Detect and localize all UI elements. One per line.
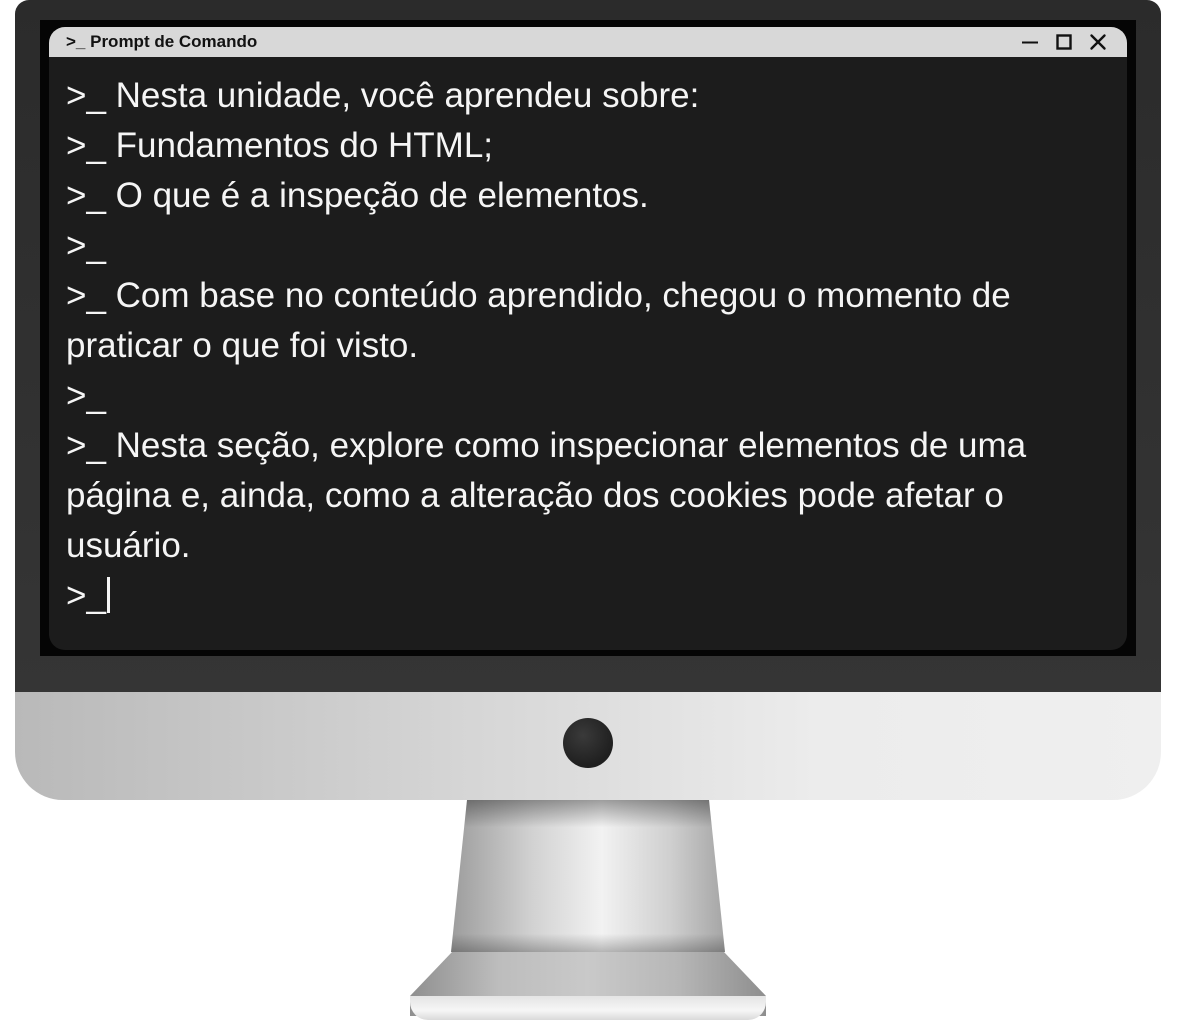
maximize-icon[interactable]: [1055, 33, 1073, 51]
terminal-prompt-line[interactable]: >_: [66, 571, 1116, 621]
window-title: >_ Prompt de Comando: [66, 32, 258, 51]
window-controls: [1021, 32, 1107, 52]
monitor-stand-shading: [451, 800, 725, 952]
terminal-line: >_: [66, 376, 106, 415]
title-bar[interactable]: >_ Prompt de Comando: [49, 27, 1127, 57]
text-cursor: [106, 577, 110, 613]
monitor-chin: [15, 692, 1161, 800]
terminal-line: >_: [66, 226, 106, 265]
terminal-output[interactable]: >_ Nesta unidade, você aprendeu sobre: >…: [66, 71, 1116, 621]
minimize-icon[interactable]: [1021, 33, 1039, 51]
terminal-line: >_ Com base no conteúdo aprendido, chego…: [66, 276, 1021, 365]
terminal-line: >_ Nesta seção, explore como inspecionar…: [66, 426, 1036, 565]
close-icon[interactable]: [1089, 33, 1107, 51]
terminal-line: >_ O que é a inspeção de elementos.: [66, 176, 649, 215]
command-prompt-window[interactable]: >_ Prompt de Comando >_ Nesta unidade, v…: [49, 27, 1127, 650]
terminal-line: >_ Fundamentos do HTML;: [66, 126, 494, 165]
monitor-stand-foot: [410, 996, 766, 1020]
terminal-line: >_ Nesta unidade, você aprendeu sobre:: [66, 76, 700, 115]
prompt-symbol: >_: [66, 576, 106, 615]
camera-icon: [563, 718, 613, 768]
